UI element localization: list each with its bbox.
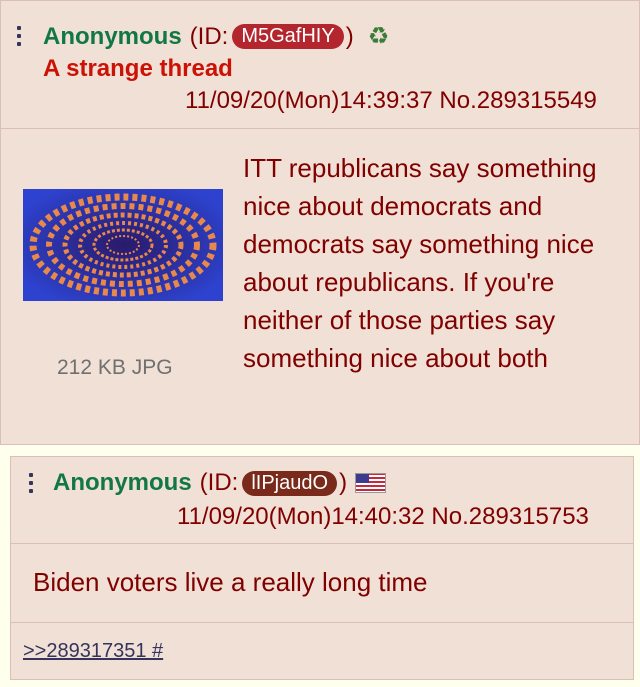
post-comment: Biden voters live a really long time xyxy=(33,567,428,597)
poster-name: Anonymous xyxy=(53,469,192,496)
post-comment: ITT republicans say something nice about… xyxy=(243,153,597,373)
us-flag-icon xyxy=(355,473,387,493)
op-name-line: Anonymous (ID: M5GafHIY ) ♻ xyxy=(43,22,389,51)
backlink[interactable]: >>289317351 # xyxy=(23,640,163,663)
poster-id: (ID: lIPjaudO ) xyxy=(199,469,348,496)
poster-id: (ID: M5GafHIY ) xyxy=(189,22,354,50)
poster-id-badge[interactable]: lIPjaudO xyxy=(242,470,338,496)
post-datetime: 11/09/20(Mon)14:40:32 xyxy=(177,503,425,530)
post-number-link[interactable]: No.289315549 xyxy=(439,87,596,114)
post-dateline: 11/09/20(Mon)14:39:37 No.289315549 xyxy=(185,87,597,115)
post-menu-icon[interactable] xyxy=(17,26,23,46)
post-datetime: 11/09/20(Mon)14:39:37 xyxy=(185,87,433,114)
post-thumbnail-image[interactable] xyxy=(23,189,223,301)
post-subject: A strange thread xyxy=(43,55,233,82)
reply-name-line: Anonymous (ID: lIPjaudO ) xyxy=(53,469,387,497)
recycle-icon: ♻ xyxy=(367,23,390,50)
poster-name: Anonymous xyxy=(43,22,182,50)
post-number-link[interactable]: No.289315753 xyxy=(431,503,588,530)
op-post: Anonymous (ID: M5GafHIY ) ♻ A strange th… xyxy=(0,0,640,445)
post-menu-icon[interactable] xyxy=(29,473,35,493)
file-info: 212 KB JPG xyxy=(57,356,173,379)
poster-id-badge[interactable]: M5GafHIY xyxy=(232,24,344,49)
reply-post: Anonymous (ID: lIPjaudO ) 11/09/20(Mon)1… xyxy=(10,456,634,680)
reply-post-header: Anonymous (ID: lIPjaudO ) 11/09/20(Mon)1… xyxy=(11,457,633,544)
post-dateline: 11/09/20(Mon)14:40:32 No.289315753 xyxy=(177,503,589,531)
op-post-header: Anonymous (ID: M5GafHIY ) ♻ A strange th… xyxy=(1,1,639,129)
divider xyxy=(11,622,633,623)
